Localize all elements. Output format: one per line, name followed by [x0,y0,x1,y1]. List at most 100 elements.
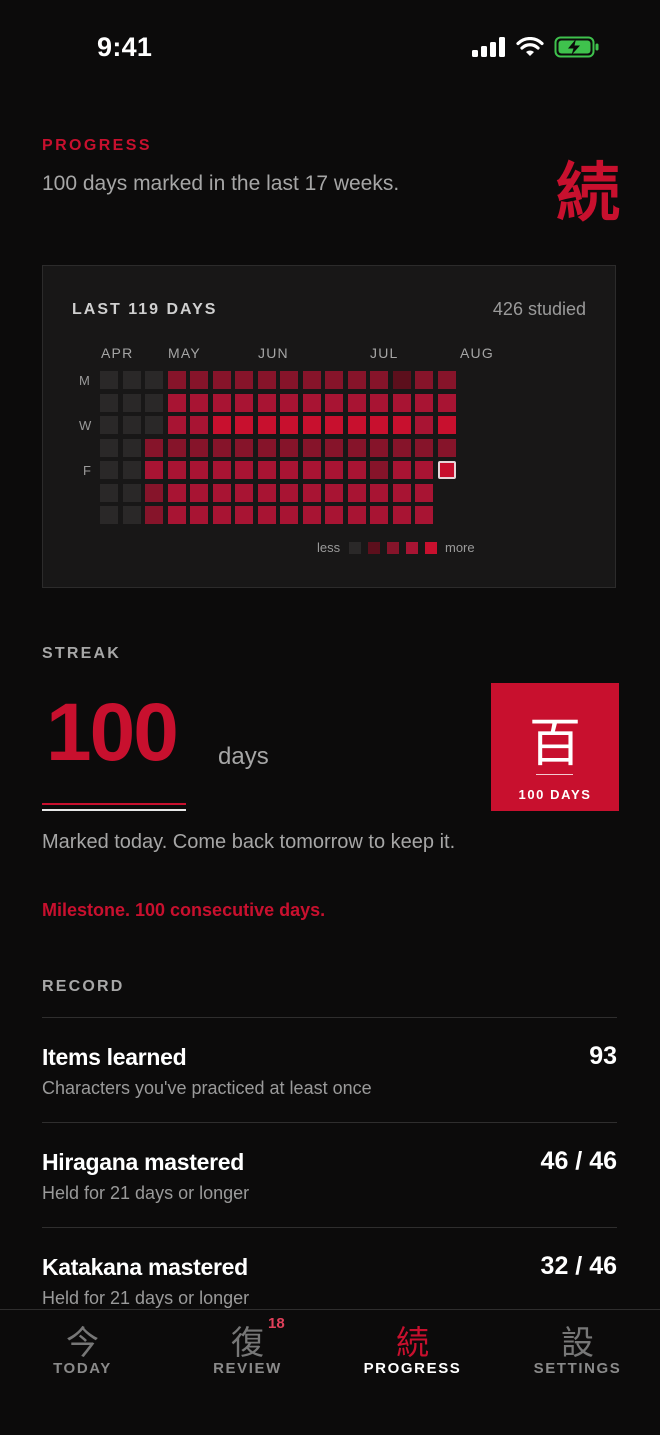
heatmap-cell [347,483,366,502]
heatmap-cell [347,371,366,389]
heatmap-cell [167,483,186,502]
heatmap-cell [122,483,141,502]
heatmap-cell [122,393,141,412]
review-kanji-icon: 復 [231,1323,264,1362]
heatmap-cell [415,483,433,502]
tab-settings[interactable]: 設 SETTINGS [495,1310,660,1435]
heatmap-cell [370,371,388,389]
heatmap-cell [235,483,253,502]
heatmap-cell-today [437,461,456,479]
streak-underline [42,803,186,805]
heatmap-cell [145,393,163,412]
heatmap-cell [122,416,141,434]
heatmap-cell [235,461,253,479]
heatmap-cell [145,461,163,479]
heatmap-cell [145,416,163,434]
cellular-signal-icon [472,37,505,57]
badge-text: 100 DAYS [518,787,592,802]
heatmap-cell [122,438,141,457]
legend-swatch [425,542,437,554]
heatmap-cell [257,438,276,457]
heatmap-cell [212,371,231,389]
heatmap-grid [100,371,480,527]
heatmap-cell [100,371,118,389]
heatmap-cell [392,461,411,479]
progress-kanji-icon: 続 [556,156,620,231]
heatmap-cell [370,416,388,434]
heatmap-cell [280,483,298,502]
legend-less: less [317,540,341,555]
streak-underline-secondary [42,809,186,811]
heatmap-cell [347,416,366,434]
heatmap-cell [437,371,456,389]
heatmap-cell [415,371,433,389]
heatmap-cell [347,461,366,479]
milestone-badge: 百 100 DAYS [491,683,619,811]
heatmap-cell [415,461,433,479]
tab-label: REVIEW [213,1360,282,1377]
record-item-title: Katakana mastered [42,1254,248,1280]
heatmap-cell [167,393,186,412]
hundred-kanji-icon: 百 [528,714,581,774]
record-item-title: Items learned [42,1044,187,1070]
heatmap-cell [100,438,118,457]
record-label: RECORD [42,978,125,995]
tab-progress[interactable]: 続 PROGRESS [330,1310,495,1435]
heatmap-cell [437,393,456,412]
heatmap-cell [122,461,141,479]
settings-kanji-icon: 設 [561,1323,594,1362]
heatmap-cell [302,461,321,479]
heatmap-cell [302,393,321,412]
heatmap-cell [235,393,253,412]
legend-swatch [368,542,380,554]
streak-message: Marked today. Come back tomorrow to keep… [42,831,456,853]
tab-today[interactable]: 今 TODAY [0,1310,165,1435]
heatmap-cell [257,393,276,412]
heatmap-cell [145,371,163,389]
weekday-label: F [83,463,91,478]
heatmap-cell [370,438,388,457]
heatmap-cell [302,371,321,389]
heatmap-cell [392,393,411,412]
heatmap-cell [212,393,231,412]
heatmap-cell [347,438,366,457]
heatmap-cell [122,371,141,389]
heatmap-cell [415,416,433,434]
divider [42,1227,617,1228]
heatmap-cell [257,371,276,389]
heatmap-cell [167,438,186,457]
heatmap-cell [302,438,321,457]
heatmap-cell [100,461,118,479]
legend-swatch [387,542,399,554]
heatmap-cell [302,416,321,434]
heatmap-cell [190,371,208,389]
record-item-value: 32 / 46 [540,1252,617,1280]
heatmap-cell [100,416,118,434]
heatmap-cell [392,506,411,524]
heatmap-cell [122,506,141,524]
record-item-subtitle: Characters you've practiced at least onc… [42,1078,372,1098]
status-icons [472,36,600,58]
page-eyebrow: PROGRESS [42,137,152,154]
wifi-icon [516,37,544,56]
month-label: APR [101,345,134,361]
heatmap-cell [257,506,276,524]
heatmap-cell [370,506,388,524]
heatmap-cell [370,461,388,479]
progress-kanji-icon: 続 [396,1323,429,1362]
heatmap-cell [280,416,298,434]
heatmap-cell [415,506,433,524]
legend-more: more [445,540,475,555]
heatmap-cell [212,483,231,502]
tab-review[interactable]: 復 18 REVIEW [165,1310,330,1435]
record-item-value: 46 / 46 [540,1147,617,1175]
month-label: AUG [460,345,494,361]
heatmap-cell [190,438,208,457]
heatmap-cell [325,393,343,412]
heatmap-cell [190,393,208,412]
streak-count: 100 [46,687,179,778]
tab-label: TODAY [53,1360,112,1377]
legend-swatch [349,542,361,554]
heatmap-cell [190,506,208,524]
heatmap-cell [392,483,411,502]
